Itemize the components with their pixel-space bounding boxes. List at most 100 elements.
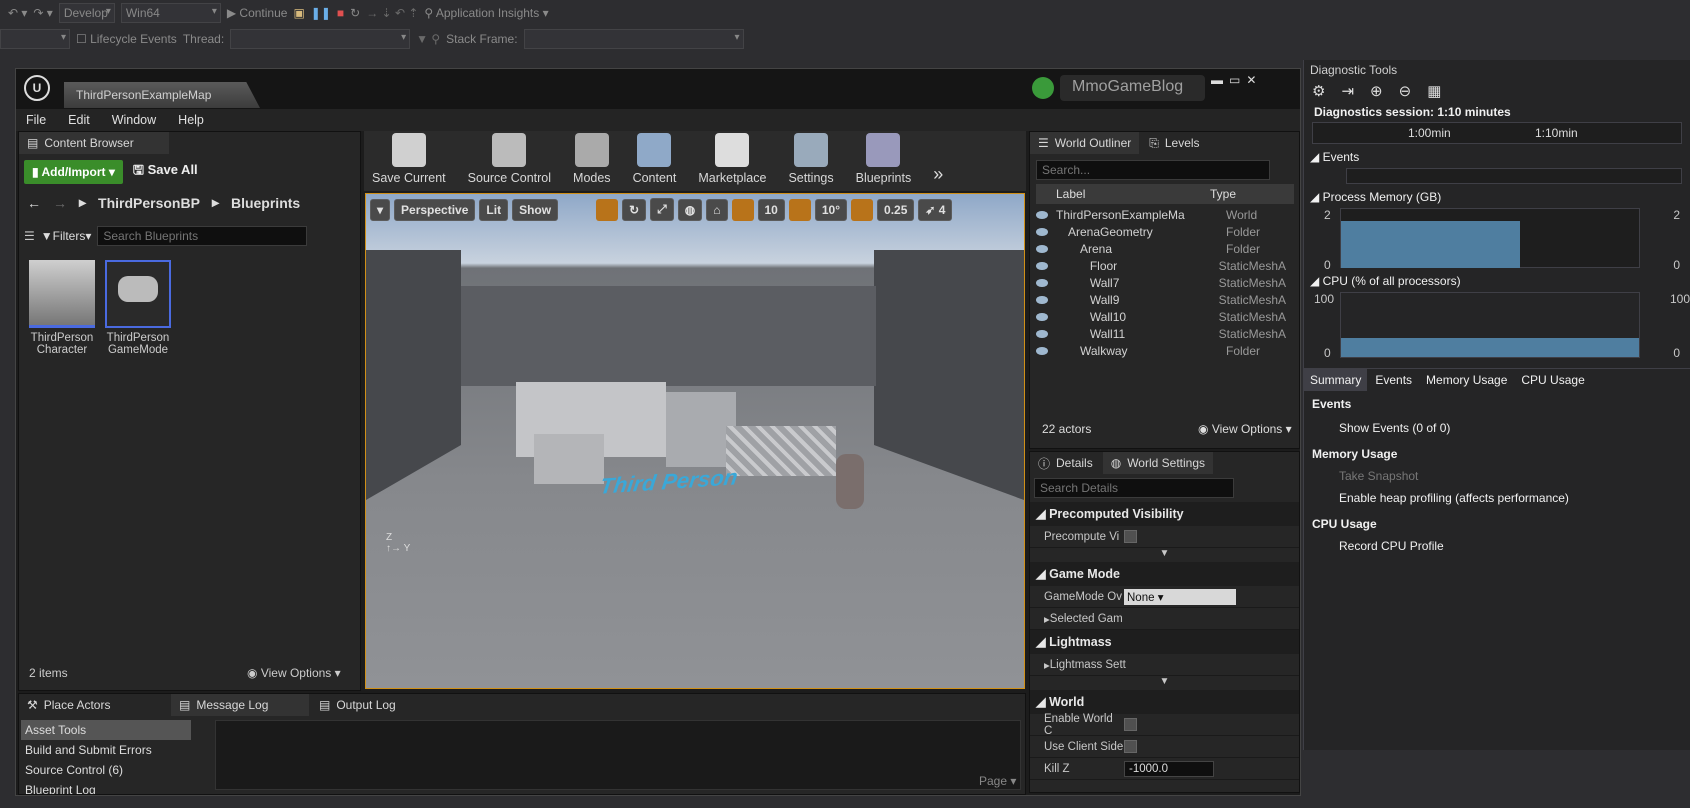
breadcrumb-thirdpersonbp[interactable]: ThirdPersonBP bbox=[98, 195, 200, 211]
save-current-button[interactable]: Save Current bbox=[372, 133, 446, 185]
restart-icon[interactable]: ↻ bbox=[350, 6, 360, 20]
minimize-icon[interactable]: ▬ bbox=[1211, 73, 1223, 87]
checkbox[interactable] bbox=[1124, 718, 1137, 731]
visibility-eye-icon[interactable] bbox=[1036, 261, 1048, 270]
log-category-item[interactable]: Asset Tools bbox=[21, 720, 191, 740]
tab-world-settings[interactable]: ◍ World Settings bbox=[1102, 452, 1213, 474]
pause-icon[interactable]: ❚❚ bbox=[311, 6, 331, 20]
platform-combo[interactable]: Win64 bbox=[120, 3, 221, 23]
scale-size[interactable]: 0.25 bbox=[877, 198, 915, 221]
prop-lightmass-settings[interactable]: ▸ Lightmass Sett bbox=[1030, 654, 1299, 676]
rotation-size[interactable]: 10° bbox=[814, 198, 848, 221]
visibility-eye-icon[interactable] bbox=[1036, 244, 1048, 253]
grid-snap-icon[interactable] bbox=[731, 198, 754, 221]
tab-output-log[interactable]: ▤ Output Log bbox=[311, 694, 449, 716]
outliner-row[interactable]: Wall9 StaticMeshA bbox=[1036, 291, 1286, 308]
level-tab[interactable]: ThirdPersonExampleMap bbox=[64, 82, 260, 108]
filters-button[interactable]: ▼Filters▾ bbox=[41, 229, 92, 243]
checkbox[interactable] bbox=[1124, 740, 1137, 753]
log-category-item[interactable]: Source Control (6) bbox=[21, 760, 191, 780]
content-button[interactable]: Content bbox=[633, 133, 676, 185]
zoom-out-icon[interactable]: ⊖ bbox=[1399, 82, 1412, 100]
outliner-view-options[interactable]: ◉ View Options ▾ bbox=[1198, 422, 1292, 436]
reset-view-icon[interactable]: ▦ bbox=[1427, 82, 1441, 100]
translate-icon[interactable] bbox=[596, 198, 619, 221]
perspective-button[interactable]: Perspective bbox=[394, 198, 476, 221]
save-all-button[interactable]: 🖫 Save All bbox=[133, 161, 198, 183]
events-track[interactable] bbox=[1346, 168, 1682, 184]
insights-icon[interactable]: ⚲ Application Insights ▾ bbox=[424, 6, 548, 20]
cpu-graph[interactable] bbox=[1340, 292, 1640, 358]
zoom-in-icon[interactable]: ⊕ bbox=[1370, 82, 1383, 100]
menu-file[interactable]: File bbox=[26, 113, 46, 127]
view-settings-icon[interactable]: ☰ bbox=[24, 229, 35, 243]
outliner-row[interactable]: ArenaGeometry Folder bbox=[1036, 223, 1286, 240]
chevron-right-icon[interactable]: » bbox=[933, 164, 943, 185]
camera-speed[interactable]: ➶ 4 bbox=[918, 198, 953, 221]
visibility-eye-icon[interactable] bbox=[1036, 329, 1048, 338]
marketplace-button[interactable]: Marketplace bbox=[698, 133, 766, 185]
tab-world-outliner[interactable]: ☰ World Outliner bbox=[1030, 132, 1140, 154]
player-character[interactable] bbox=[836, 454, 864, 509]
redo-icon[interactable]: ↷ ▾ bbox=[33, 6, 52, 20]
rotate-icon[interactable]: ↻ bbox=[622, 198, 647, 221]
stack-frame-combo[interactable] bbox=[523, 29, 744, 49]
config-combo[interactable]: Develop bbox=[58, 3, 115, 23]
visibility-eye-icon[interactable] bbox=[1036, 295, 1048, 304]
kill-z-input[interactable]: -1000.0 bbox=[1124, 760, 1214, 777]
thread-combo[interactable] bbox=[230, 29, 411, 49]
tab-events[interactable]: Events bbox=[1369, 369, 1418, 391]
gamemode-select[interactable]: None ▾ bbox=[1124, 588, 1236, 605]
forward-icon[interactable]: → bbox=[53, 195, 67, 211]
visibility-eye-icon[interactable] bbox=[1036, 210, 1048, 219]
world-icon[interactable]: ◍ bbox=[677, 198, 703, 221]
continue-button[interactable]: ▶ Continue bbox=[227, 6, 288, 20]
menu-help[interactable]: Help bbox=[178, 113, 204, 127]
scale-icon[interactable]: ⤢ bbox=[650, 198, 674, 221]
outliner-row[interactable]: Wall11 StaticMeshA bbox=[1036, 325, 1286, 342]
outliner-search-input[interactable] bbox=[1036, 160, 1270, 180]
tab-message-log[interactable]: ▤ Message Log bbox=[171, 694, 309, 716]
take-snapshot-button[interactable]: Take Snapshot bbox=[1304, 465, 1690, 487]
asset-thumbnail-character[interactable] bbox=[29, 260, 95, 328]
heap-profiling-toggle[interactable]: Enable heap profiling (affects performan… bbox=[1304, 487, 1690, 509]
gear-icon[interactable]: ⚙ bbox=[1312, 82, 1325, 100]
prop-selected-gamemode[interactable]: ▸ Selected Gam bbox=[1030, 608, 1299, 630]
log-category-item[interactable]: Blueprint Log bbox=[21, 780, 191, 794]
menu-window[interactable]: Window bbox=[112, 113, 156, 127]
lit-button[interactable]: Lit bbox=[479, 198, 509, 221]
menu-edit[interactable]: Edit bbox=[68, 113, 90, 127]
timeline-ruler[interactable]: 1:00min 1:10min bbox=[1312, 122, 1682, 144]
rotation-snap-icon[interactable] bbox=[788, 198, 811, 221]
show-button[interactable]: Show bbox=[512, 198, 559, 221]
expand-chevron-icon[interactable]: ▼ bbox=[1030, 548, 1299, 562]
outliner-row[interactable]: Arena Folder bbox=[1036, 240, 1286, 257]
tab-levels[interactable]: ⎘ Levels bbox=[1141, 132, 1208, 154]
tab-details[interactable]: ⓘ Details bbox=[1030, 452, 1101, 474]
checkbox[interactable] bbox=[1124, 530, 1137, 543]
tab-place-actors[interactable]: ⚒ Place Actors bbox=[19, 694, 169, 716]
tab-memory-usage[interactable]: Memory Usage bbox=[1420, 369, 1513, 391]
add-import-button[interactable]: ▮ Add/Import ▾ bbox=[24, 160, 123, 184]
search-blueprints-input[interactable] bbox=[97, 226, 308, 246]
process-icon[interactable]: ▣ bbox=[293, 6, 304, 20]
page-dropdown[interactable]: Page ▾ bbox=[979, 774, 1016, 788]
back-icon[interactable]: ← bbox=[27, 195, 41, 211]
label-column-header[interactable]: Label bbox=[1056, 187, 1210, 201]
log-category-item[interactable]: Build and Submit Errors bbox=[21, 740, 191, 760]
maximize-icon[interactable]: ▭ bbox=[1229, 73, 1240, 87]
outliner-row[interactable]: Wall10 StaticMeshA bbox=[1036, 308, 1286, 325]
show-events-link[interactable]: Show Events (0 of 0) bbox=[1304, 417, 1690, 439]
surface-snap-icon[interactable]: ⌂ bbox=[706, 198, 728, 221]
modes-button[interactable]: Modes bbox=[573, 133, 611, 185]
expand-chevron-icon[interactable]: ▼ bbox=[1030, 676, 1299, 690]
outliner-row[interactable]: Floor StaticMeshA bbox=[1036, 257, 1286, 274]
level-viewport[interactable]: Third Person Z ↑→ Y ▾ Perspective Lit Sho… bbox=[365, 193, 1025, 689]
export-icon[interactable]: ⇥ bbox=[1341, 82, 1354, 100]
visibility-eye-icon[interactable] bbox=[1036, 278, 1048, 287]
tab-cpu-usage[interactable]: CPU Usage bbox=[1515, 369, 1590, 391]
visibility-eye-icon[interactable] bbox=[1036, 346, 1048, 355]
settings-button[interactable]: Settings bbox=[788, 133, 834, 185]
record-cpu-profile-button[interactable]: Record CPU Profile bbox=[1304, 535, 1690, 557]
tab-content-browser[interactable]: ▤ Content Browser bbox=[19, 132, 169, 154]
